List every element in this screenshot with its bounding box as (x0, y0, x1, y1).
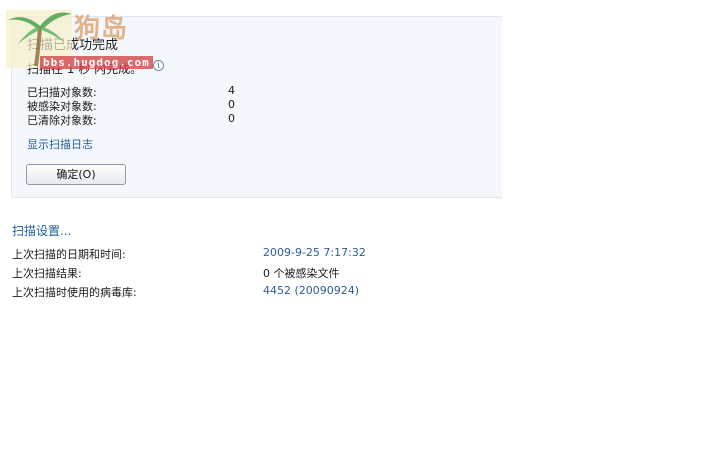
cleaned-objects-value: 0 (228, 112, 235, 125)
cleaned-objects-label: 已清除对象数: (27, 114, 97, 127)
scan-settings-link[interactable]: 扫描设置... (12, 222, 71, 239)
last-scan-database-label: 上次扫描时使用的病毒库: (12, 286, 137, 299)
last-scan-result-label: 上次扫描结果: (12, 267, 82, 280)
last-scan-datetime-label: 上次扫描的日期和时间: (12, 248, 126, 261)
info-icon[interactable]: i (153, 60, 164, 71)
scanned-objects-value: 4 (228, 84, 235, 97)
last-scan-result-value: 0 个被感染文件 (263, 267, 340, 280)
show-scan-log-link[interactable]: 显示扫描日志 (27, 136, 93, 152)
infected-objects-value: 0 (228, 98, 235, 111)
scan-complete-title: 扫描已成功完成 (27, 38, 119, 53)
last-scan-database-value: 4452 (20090924) (263, 284, 360, 297)
ok-button[interactable]: 确定(O) (26, 164, 126, 185)
last-scan-datetime-value: 2009-9-25 7:17:32 (263, 246, 366, 259)
scan-duration-text: 扫描在 1 秒 内完成。 (27, 62, 143, 76)
